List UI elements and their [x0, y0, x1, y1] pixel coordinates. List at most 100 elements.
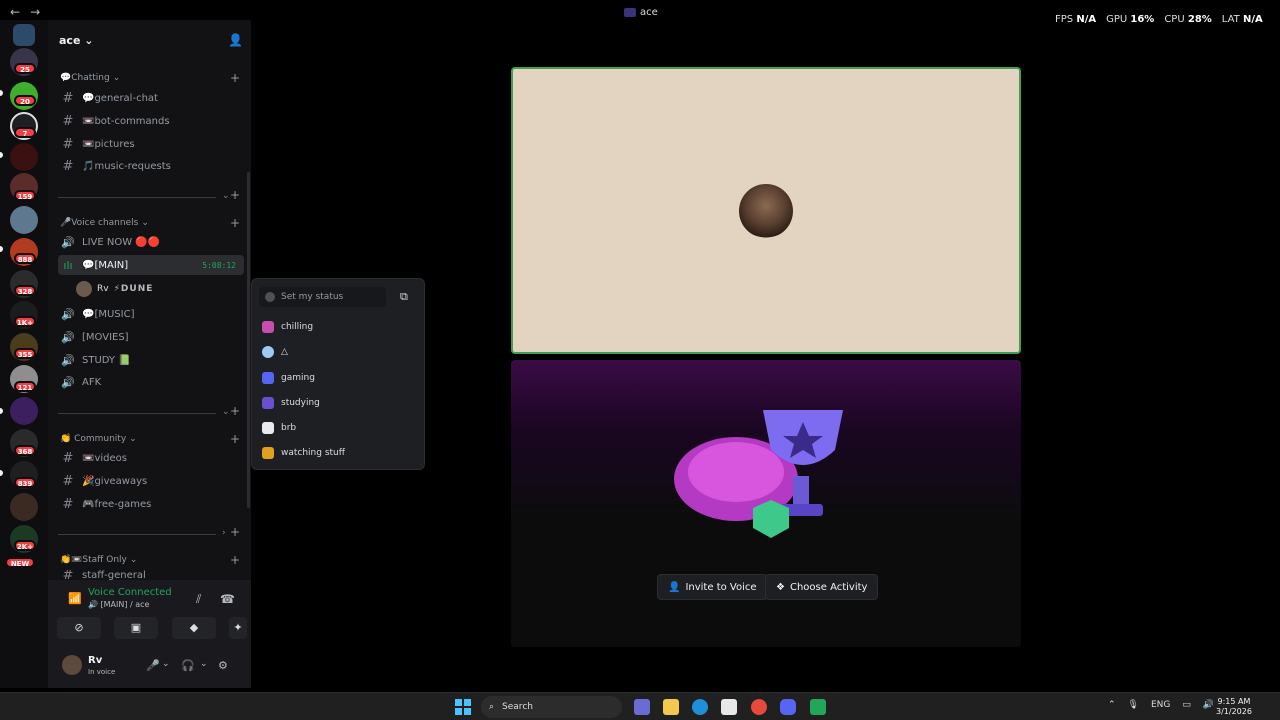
- voice-channel-afk[interactable]: 🔊 AFK: [58, 372, 244, 392]
- invite-to-voice-button[interactable]: 👤 Invite to Voice: [657, 574, 768, 600]
- channel-videos[interactable]: # 📼videos: [58, 448, 244, 468]
- chevron-down-icon[interactable]: ⌄: [222, 191, 230, 201]
- copilot-icon[interactable]: [634, 699, 650, 715]
- category-chatting[interactable]: 💬Chatting ⌄: [60, 73, 120, 83]
- performance-overlay: FPS N/A GPU 16% CPU 28% LAT N/A: [1055, 14, 1263, 25]
- server-icon[interactable]: [10, 206, 38, 234]
- status-input[interactable]: Set my status: [259, 287, 386, 307]
- signal-icon[interactable]: 📶: [68, 592, 82, 605]
- create-channel-plus-icon[interactable]: +: [230, 71, 240, 85]
- store-icon[interactable]: [721, 699, 737, 715]
- windows-start-icon[interactable]: [455, 699, 471, 715]
- voice-channel-study[interactable]: 🔊 STUDY 📗: [58, 350, 244, 370]
- window-title-text: ace: [640, 7, 658, 18]
- status-settings-icon[interactable]: ⧉: [400, 290, 408, 304]
- voice-channel-music[interactable]: 🔊 💬[MUSIC]: [58, 304, 244, 324]
- shell-highlight: [688, 442, 784, 502]
- soundboard-button[interactable]: ✦: [229, 617, 247, 639]
- category-staff-only[interactable]: 👏📼Staff Only ⌄: [60, 555, 137, 565]
- status-option[interactable]: watching stuff: [262, 443, 412, 463]
- add-member-icon[interactable]: 👤: [228, 33, 243, 47]
- server-name[interactable]: ace ⌄: [59, 34, 93, 47]
- voice-channel-live-now[interactable]: 🔊 LIVE NOW 🔴🔴: [58, 232, 244, 252]
- unread-indicator: [0, 408, 3, 414]
- choose-activity-button[interactable]: ❖ Choose Activity: [765, 574, 879, 600]
- channel-pictures[interactable]: # 📼pictures: [58, 134, 244, 154]
- windows-taskbar: ⌕ Search ⌃ 🎙 ENG ▭ 🔊 9:15 AM 3/1/2026: [0, 692, 1280, 720]
- username[interactable]: Rv: [88, 655, 102, 666]
- chevron-right-icon[interactable]: ›: [222, 528, 226, 538]
- hash-icon: #: [62, 158, 74, 174]
- status-option[interactable]: gaming: [262, 368, 412, 388]
- chevron-down-icon[interactable]: ⌄: [200, 659, 208, 669]
- gear-icon[interactable]: ⚙: [218, 659, 228, 672]
- microphone-icon[interactable]: 🎤: [146, 659, 160, 672]
- file-explorer-icon[interactable]: [663, 699, 679, 715]
- headphones-icon[interactable]: 🎧: [181, 659, 195, 672]
- create-channel-plus-icon[interactable]: +: [230, 216, 240, 230]
- language-indicator[interactable]: ENG: [1151, 700, 1170, 710]
- emoji-picker-icon[interactable]: [265, 292, 275, 302]
- chevron-up-icon[interactable]: ⌃: [1108, 700, 1116, 710]
- voice-participant[interactable]: Rv ⚡DUNE: [76, 280, 244, 298]
- server-icon[interactable]: [10, 493, 38, 521]
- mention-badge: 839: [14, 477, 36, 488]
- activities-button[interactable]: ◆: [172, 617, 216, 639]
- voice-channel-main[interactable]: ılı 💬[MAIN] 5:08:12: [58, 255, 244, 275]
- grid-icon: ❖: [776, 581, 785, 593]
- avatar[interactable]: [62, 655, 82, 675]
- discord-icon[interactable]: [780, 699, 796, 715]
- popcorn-icon: [262, 447, 274, 459]
- voice-connected-label[interactable]: Voice Connected: [88, 587, 172, 598]
- app-icon[interactable]: [810, 699, 826, 715]
- status-option[interactable]: chilling: [262, 317, 412, 337]
- create-channel-plus-icon[interactable]: +: [230, 432, 240, 446]
- taskbar-clock[interactable]: 9:15 AM 3/1/2026: [1216, 697, 1252, 717]
- channel-staff-general[interactable]: # staff-general: [58, 570, 244, 580]
- server-icon[interactable]: [10, 143, 38, 171]
- chevron-down-icon[interactable]: ⌄: [222, 407, 230, 417]
- noise-suppression-icon[interactable]: ⫽: [196, 592, 201, 607]
- nav-buttons: ← →: [10, 5, 40, 19]
- plus-icon[interactable]: +: [230, 188, 240, 202]
- voice-location[interactable]: 🔊 [MAIN] / ace: [88, 600, 149, 609]
- taskbar-search[interactable]: ⌕ Search: [481, 696, 622, 718]
- chrome-icon[interactable]: [751, 699, 767, 715]
- speaker-icon: 🔊: [61, 235, 75, 249]
- create-channel-plus-icon[interactable]: +: [230, 553, 240, 567]
- category-voice-channels[interactable]: 🎤Voice channels ⌄: [60, 218, 149, 228]
- back-arrow-icon[interactable]: ←: [10, 5, 20, 19]
- mention-badge: 368: [14, 445, 36, 456]
- status-option[interactable]: studying: [262, 393, 412, 413]
- video-tile-user[interactable]: [511, 67, 1021, 354]
- channel-bot-commands[interactable]: # 📼bot-commands: [58, 111, 244, 131]
- status-option[interactable]: △: [262, 342, 412, 362]
- chevron-down-icon[interactable]: ⌄: [162, 659, 170, 669]
- server-icon[interactable]: [13, 24, 35, 46]
- sidebar-scrollbar[interactable]: [247, 172, 250, 508]
- hash-icon: #: [62, 113, 74, 129]
- server-rail: 25 20 7 159 888 328 1K+ 355 121 368 839 …: [0, 20, 48, 688]
- network-icon[interactable]: ▭: [1182, 700, 1191, 710]
- channel-giveaways[interactable]: # 🎉giveaways: [58, 471, 244, 491]
- plus-icon[interactable]: +: [230, 525, 240, 539]
- volume-icon[interactable]: 🔊: [1203, 700, 1214, 710]
- gamepad-icon: [262, 372, 274, 384]
- screen-share-button[interactable]: ▣: [114, 617, 158, 639]
- server-header[interactable]: ace ⌄ 👤: [48, 28, 251, 54]
- forward-arrow-icon[interactable]: →: [30, 5, 40, 19]
- channel-music-requests[interactable]: # 🎵music-requests: [58, 156, 244, 176]
- hash-icon: #: [62, 450, 74, 466]
- microphone-icon[interactable]: 🎙: [1128, 700, 1139, 710]
- channel-general-chat[interactable]: # 💬general-chat: [58, 88, 244, 108]
- server-icon[interactable]: [10, 397, 38, 425]
- category-community[interactable]: 👏 Community ⌄: [60, 434, 137, 444]
- plus-icon[interactable]: +: [230, 404, 240, 418]
- edge-icon[interactable]: [692, 699, 708, 715]
- channel-free-games[interactable]: # 🎮free-games: [58, 494, 244, 514]
- status-option[interactable]: brb: [262, 418, 412, 438]
- camera-off-button[interactable]: ⊘: [57, 617, 101, 639]
- hash-icon: #: [62, 570, 74, 580]
- disconnect-icon[interactable]: ☎: [220, 592, 235, 606]
- voice-channel-movies[interactable]: 🔊 [MOVIES]: [58, 327, 244, 347]
